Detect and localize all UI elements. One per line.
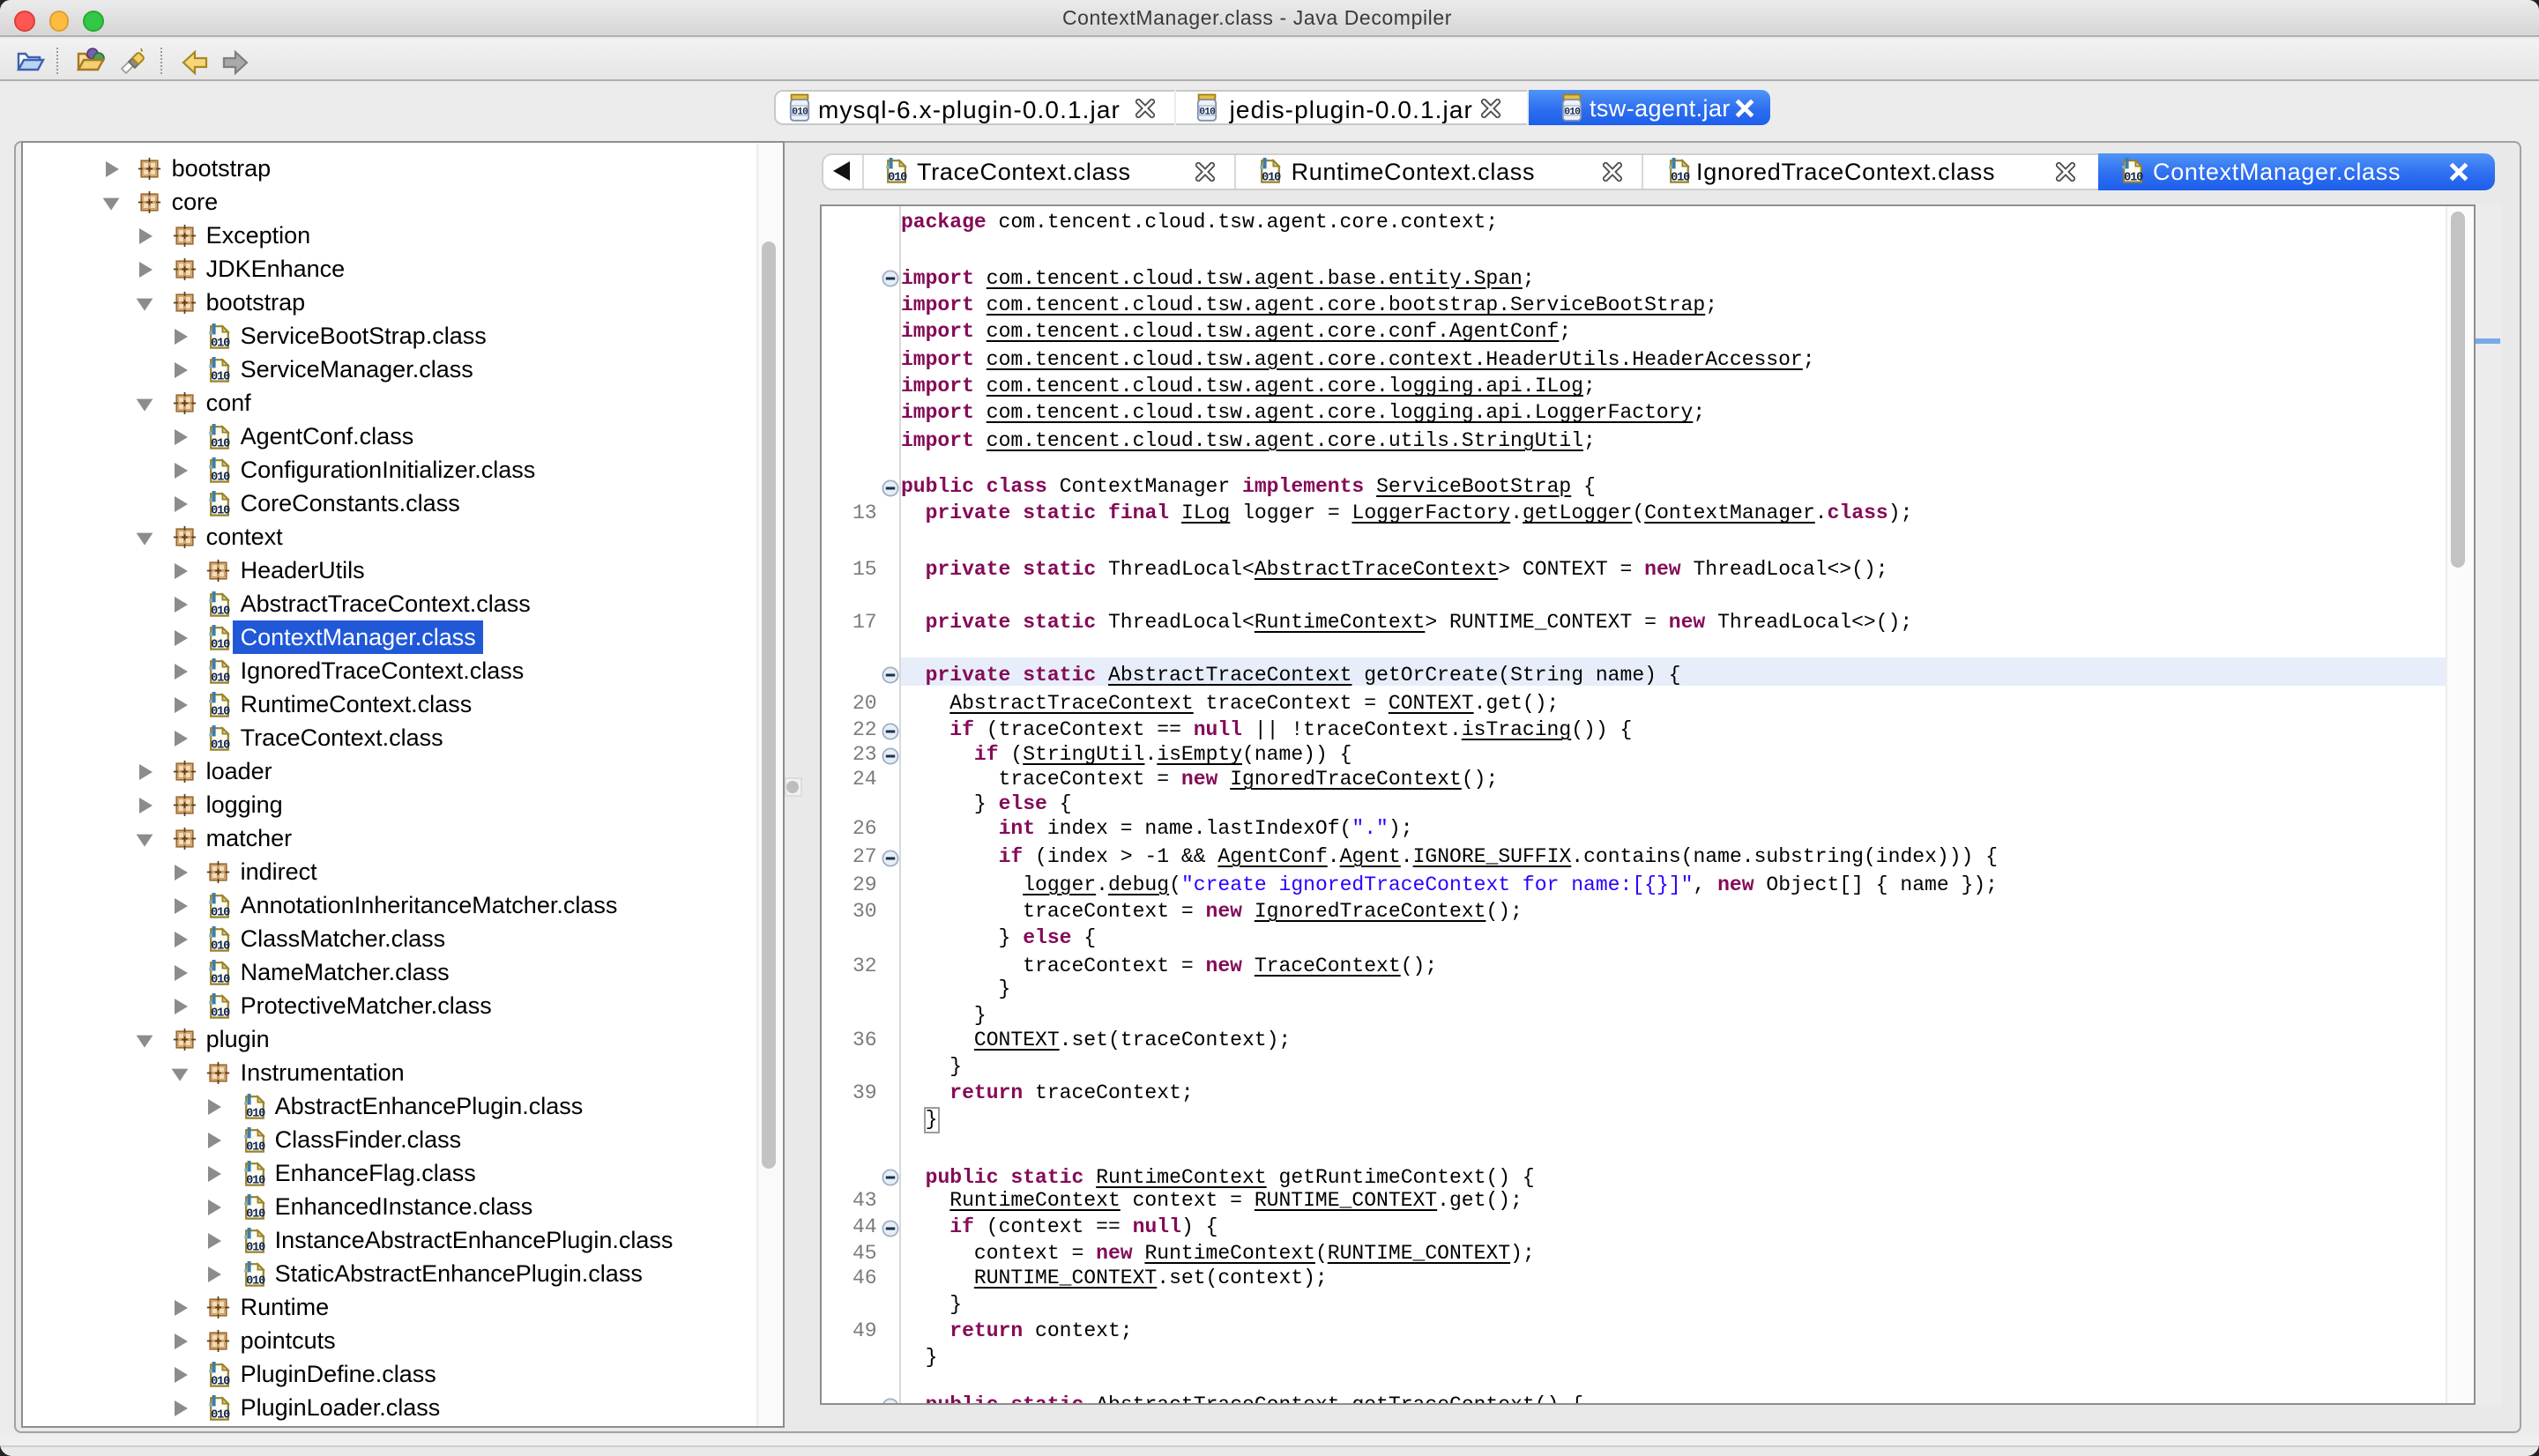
svg-text:010: 010	[245, 1174, 264, 1187]
svg-text:010: 010	[211, 605, 230, 618]
svg-text:010: 010	[1670, 171, 1689, 184]
svg-text:010: 010	[245, 1140, 264, 1154]
svg-text:010: 010	[211, 1408, 230, 1422]
svg-text:010: 010	[887, 171, 906, 184]
svg-text:010: 010	[245, 1207, 264, 1221]
svg-text:010: 010	[792, 108, 808, 118]
svg-text:010: 010	[211, 973, 230, 986]
svg-text:010: 010	[211, 337, 230, 350]
svg-text:010: 010	[1198, 108, 1215, 118]
svg-text:010: 010	[245, 1274, 264, 1288]
svg-text:010: 010	[1563, 108, 1580, 118]
svg-text:010: 010	[211, 906, 230, 919]
svg-text:010: 010	[211, 504, 230, 517]
svg-text:010: 010	[211, 1375, 230, 1388]
svg-text:010: 010	[245, 1107, 264, 1120]
svg-text:010: 010	[211, 739, 230, 752]
svg-text:010: 010	[245, 1241, 264, 1254]
svg-text:010: 010	[211, 370, 230, 383]
svg-text:010: 010	[211, 672, 230, 685]
svg-text:010: 010	[211, 705, 230, 718]
svg-text:010: 010	[211, 940, 230, 953]
svg-text:010: 010	[1262, 171, 1281, 184]
svg-text:010: 010	[211, 638, 230, 651]
svg-text:010: 010	[211, 437, 230, 450]
svg-text:010: 010	[211, 1007, 230, 1020]
svg-text:010: 010	[211, 471, 230, 484]
svg-text:010: 010	[2124, 171, 2143, 184]
